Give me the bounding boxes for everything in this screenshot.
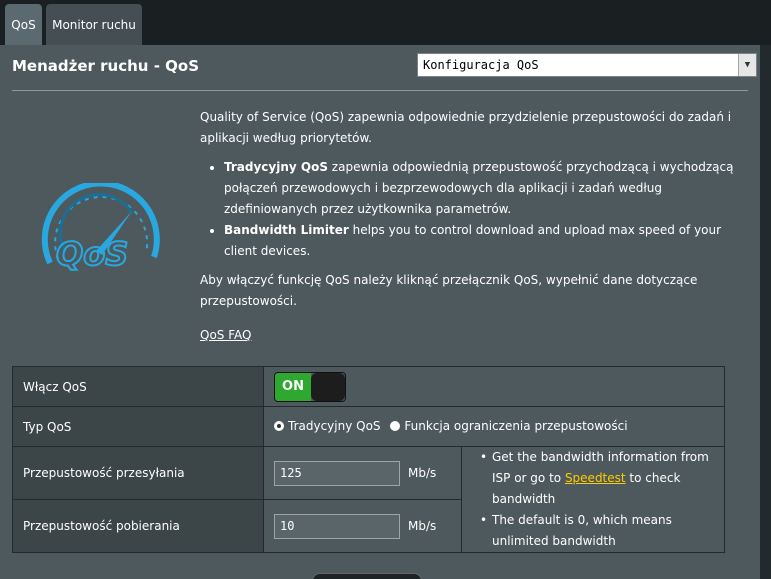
enable-qos-label: Włącz QoS <box>12 366 264 407</box>
tab-qos[interactable]: QoS <box>5 4 42 45</box>
table-row: Włącz QoS ON <box>12 366 725 407</box>
table-row: Typ QoS Tradycyjny QoS Funkcja ogranicze… <box>12 406 725 447</box>
speedtest-link[interactable]: Speedtest <box>565 471 626 485</box>
list-item: Get the bandwidth information from ISP o… <box>480 447 714 510</box>
logo-text: QoS <box>56 235 128 273</box>
page-title: Menadżer ruchu - QoS <box>12 57 200 75</box>
table-row: Przepustowość przesyłania 125 Mb/s Get th… <box>12 446 725 553</box>
intro-text: Quality of Service (QoS) zapewnia odpowi… <box>200 110 732 145</box>
list-item: Tradycyjny QoS zapewnia odpowiednią prze… <box>224 157 740 220</box>
qos-speedometer-icon: QoS <box>41 183 160 274</box>
radio-unchecked-icon <box>390 421 401 431</box>
radio-checked-icon <box>274 421 284 431</box>
right-edge <box>760 45 771 579</box>
qos-type-label: Typ QoS <box>12 406 264 447</box>
bandwidth-note: Get the bandwidth information from ISP o… <box>461 446 725 553</box>
qos-config-select[interactable]: Konfiguracja QoS ▼ <box>417 53 757 77</box>
description: Quality of Service (QoS) zapewnia odpowi… <box>200 107 740 346</box>
list-item: Bandwidth Limiter helps you to control d… <box>224 220 740 262</box>
download-bandwidth-label: Przepustowość pobierania <box>12 499 264 553</box>
qos-settings-table: Włącz QoS ON Typ QoS Tradycyjny QoS Funk… <box>12 366 725 553</box>
unit-label: Mb/s <box>408 466 437 480</box>
unit-label: Mb/s <box>408 519 437 533</box>
feature-list: Tradycyjny QoS zapewnia odpowiednią prze… <box>224 157 740 262</box>
tab-traffic-monitor[interactable]: Monitor ruchu <box>46 4 142 45</box>
download-bandwidth-input[interactable]: 10 <box>274 513 400 539</box>
upload-bandwidth-input[interactable]: 125 <box>274 460 400 486</box>
tab-bar: QoS Monitor ruchu <box>0 0 771 45</box>
main-panel: Menadżer ruchu - QoS Konfiguracja QoS ▼ … <box>0 45 760 579</box>
radio-bandwidth-limiter[interactable]: Funkcja ograniczenia przepustowości <box>390 419 628 433</box>
apply-button[interactable] <box>312 573 422 579</box>
instruction-text: Aby włączyć funkcję QoS należy kliknąć p… <box>200 273 698 308</box>
list-item: The default is 0, which means unlimited … <box>480 510 714 552</box>
upload-bandwidth-label: Przepustowość przesyłania <box>12 446 264 500</box>
radio-traditional-qos[interactable]: Tradycyjny QoS <box>274 419 381 433</box>
qos-faq-link[interactable]: QoS FAQ <box>200 325 251 346</box>
qos-toggle[interactable]: ON <box>274 371 346 402</box>
divider <box>12 90 748 91</box>
chevron-down-icon[interactable]: ▼ <box>738 54 756 76</box>
